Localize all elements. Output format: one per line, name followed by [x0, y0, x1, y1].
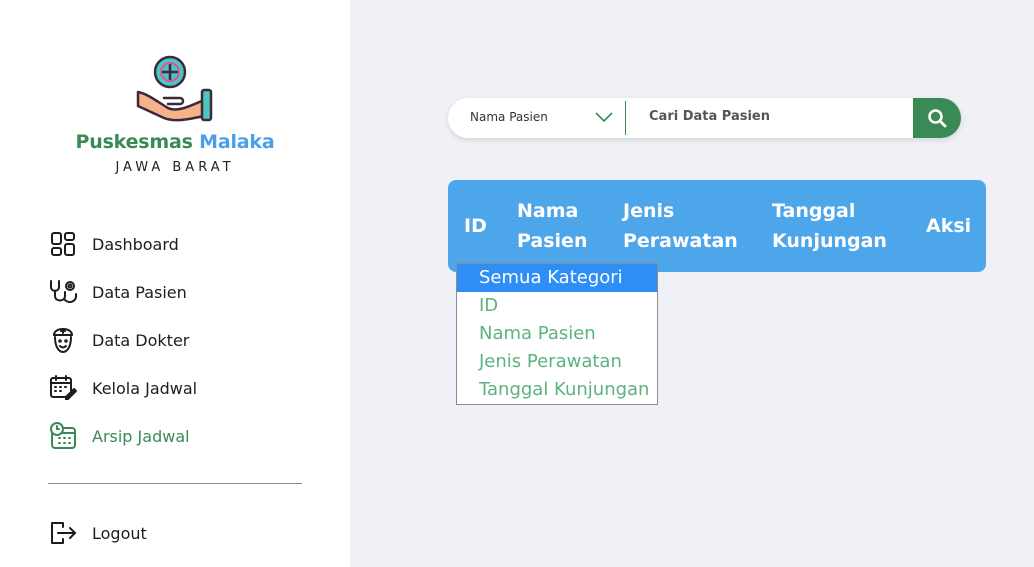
dropdown-option-jenis-perawatan[interactable]: Jenis Perawatan	[457, 348, 657, 376]
sidebar-item-dashboard[interactable]: Dashboard	[48, 228, 308, 260]
search-bar: Nama Pasien Cari Data Pasien	[448, 98, 961, 138]
logout-label: Logout	[92, 523, 147, 543]
brand-name: Puskesmas Malaka	[0, 131, 350, 153]
dropdown-option-id[interactable]: ID	[457, 292, 657, 320]
chevron-down-icon[interactable]	[595, 112, 613, 123]
sidebar-item-kelola-jadwal[interactable]: Kelola Jadwal	[48, 372, 308, 404]
brand-name-part1: Puskesmas	[75, 131, 193, 153]
sidebar-item-label: Data Pasien	[92, 282, 187, 302]
sidebar: Puskesmas Malaka JAWA BARAT Dashboard Da…	[0, 0, 350, 567]
search-icon	[928, 109, 947, 128]
dashboard-icon	[48, 229, 78, 259]
sidebar-item-label: Kelola Jadwal	[92, 378, 198, 398]
brand-name-part2: Malaka	[199, 131, 275, 153]
search-button[interactable]	[913, 98, 961, 138]
stethoscope-icon	[48, 277, 78, 307]
sidebar-item-label: Data Dokter	[92, 330, 190, 350]
search-separator	[625, 101, 626, 135]
calendar-clock-icon	[48, 421, 78, 451]
sidebar-item-label: Dashboard	[92, 234, 179, 254]
column-header-nama-pasien: Nama Pasien	[517, 200, 588, 252]
sidebar-item-label: Arsip Jadwal	[92, 426, 190, 446]
table-header: ID Nama Pasien Jenis Perawatan Tanggal Kunj…	[448, 180, 986, 272]
logout-icon	[48, 518, 78, 548]
column-header-aksi: Aksi	[926, 215, 972, 237]
dropdown-option-nama-pasien[interactable]: Nama Pasien	[457, 320, 657, 348]
column-header-jenis-perawatan: Jenis Perawatan	[623, 200, 738, 252]
category-dropdown: Semua Kategori ID Nama Pasien Jenis Pera…	[456, 263, 658, 405]
dropdown-option-tanggal-kunjungan[interactable]: Tanggal Kunjungan	[457, 376, 657, 404]
logo-hand-plus-icon	[136, 55, 213, 122]
sidebar-item-data-dokter[interactable]: Data Dokter	[48, 324, 308, 356]
doctor-icon	[48, 325, 78, 355]
calendar-edit-icon	[48, 373, 78, 403]
search-input[interactable]: Cari Data Pasien	[649, 109, 770, 124]
sidebar-item-arsip-jadwal[interactable]: Arsip Jadwal	[48, 420, 308, 452]
column-header-id: ID	[464, 215, 487, 237]
brand-region: JAWA BARAT	[115, 160, 235, 175]
category-select[interactable]: Nama Pasien	[470, 110, 548, 124]
logout-button[interactable]: Logout	[48, 517, 308, 549]
column-header-tanggal-kunjungan: Tanggal Kunjungan	[772, 200, 887, 252]
sidebar-item-data-pasien[interactable]: Data Pasien	[48, 276, 308, 308]
sidebar-divider	[48, 483, 302, 484]
dropdown-option-semua-kategori[interactable]: Semua Kategori	[457, 264, 657, 292]
